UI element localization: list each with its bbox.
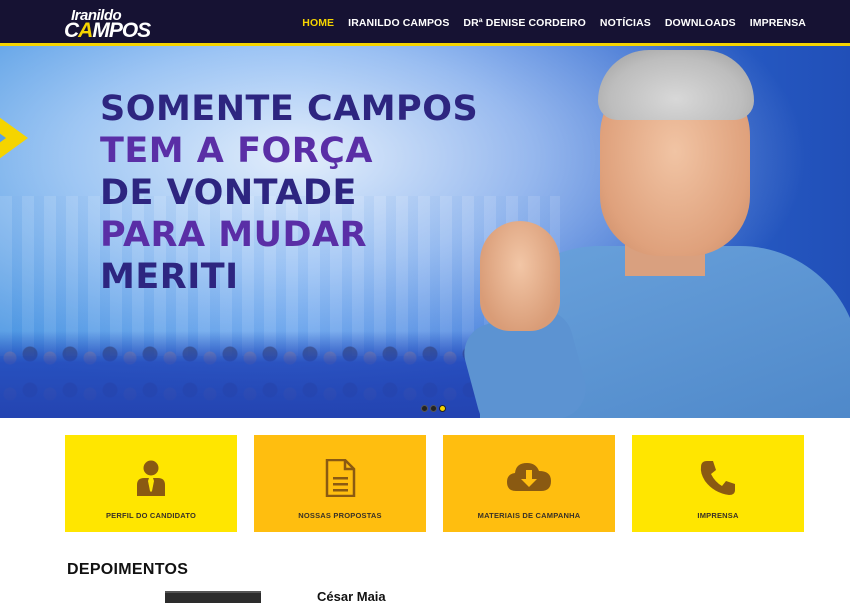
tile-campaign-materials[interactable]: MATERIAIS DE CAMPANHA xyxy=(443,435,615,532)
tile-candidate-profile[interactable]: PERFIL DO CANDIDATO xyxy=(65,435,237,532)
site-logo[interactable]: Iranildo CAMPOS xyxy=(64,7,154,42)
hero-line-4: PARA MUDAR xyxy=(100,215,368,255)
hero-line-2: TEM A FORÇA xyxy=(100,131,373,171)
chevron-cutout xyxy=(0,112,6,164)
nav-item-home[interactable]: HOME xyxy=(302,17,334,29)
hero-slider: SOMENTE CAMPOS TEM A FORÇA DE VONTADE PA… xyxy=(0,46,850,418)
candidate-hair xyxy=(598,50,754,120)
slider-dot-3[interactable] xyxy=(439,405,446,412)
document-icon xyxy=(324,458,356,502)
slider-pagination xyxy=(421,405,446,412)
logo-last-name: CAMPOS xyxy=(64,19,151,42)
tile-proposals[interactable]: NOSSAS PROPOSTAS xyxy=(254,435,426,532)
cloud-download-icon xyxy=(506,459,552,498)
candidate-photo xyxy=(450,46,850,418)
testimonial-author: César Maia xyxy=(317,589,386,604)
slider-dot-2[interactable] xyxy=(430,405,437,412)
tile-label: PERFIL DO CANDIDATO xyxy=(105,511,197,520)
nav-item-iranildo-campos[interactable]: IRANILDO CAMPOS xyxy=(348,17,449,29)
candidate-fist xyxy=(480,221,560,331)
testimonial-photo xyxy=(165,591,261,603)
site-header: Iranildo CAMPOS HOME IRANILDO CAMPOS DRª… xyxy=(0,0,850,46)
slider-dot-1[interactable] xyxy=(421,405,428,412)
tile-label: IMPRENSA xyxy=(697,511,739,520)
nav-item-imprensa[interactable]: IMPRENSA xyxy=(750,17,806,29)
nav-item-downloads[interactable]: DOWNLOADS xyxy=(665,17,736,29)
tile-press[interactable]: IMPRENSA xyxy=(632,435,804,532)
hero-headline: SOMENTE CAMPOS TEM A FORÇA DE VONTADE PA… xyxy=(100,88,478,298)
hero-line-5: MERITI xyxy=(100,257,239,297)
testimonials-title: DEPOIMENTOS xyxy=(67,561,189,578)
hero-line-3: DE VONTADE xyxy=(100,173,357,213)
phone-icon xyxy=(699,459,737,502)
tile-label: NOSSAS PROPOSTAS xyxy=(298,511,382,520)
candidate-profile-icon xyxy=(135,459,167,502)
tile-label: MATERIAIS DE CAMPANHA xyxy=(477,511,581,520)
hero-line-1: SOMENTE CAMPOS xyxy=(100,89,479,129)
nav-item-denise-cordeiro[interactable]: DRª DENISE CORDEIRO xyxy=(463,17,585,29)
main-nav: HOME IRANILDO CAMPOS DRª DENISE CORDEIRO… xyxy=(302,17,806,29)
nav-item-noticias[interactable]: NOTÍCIAS xyxy=(600,17,651,29)
